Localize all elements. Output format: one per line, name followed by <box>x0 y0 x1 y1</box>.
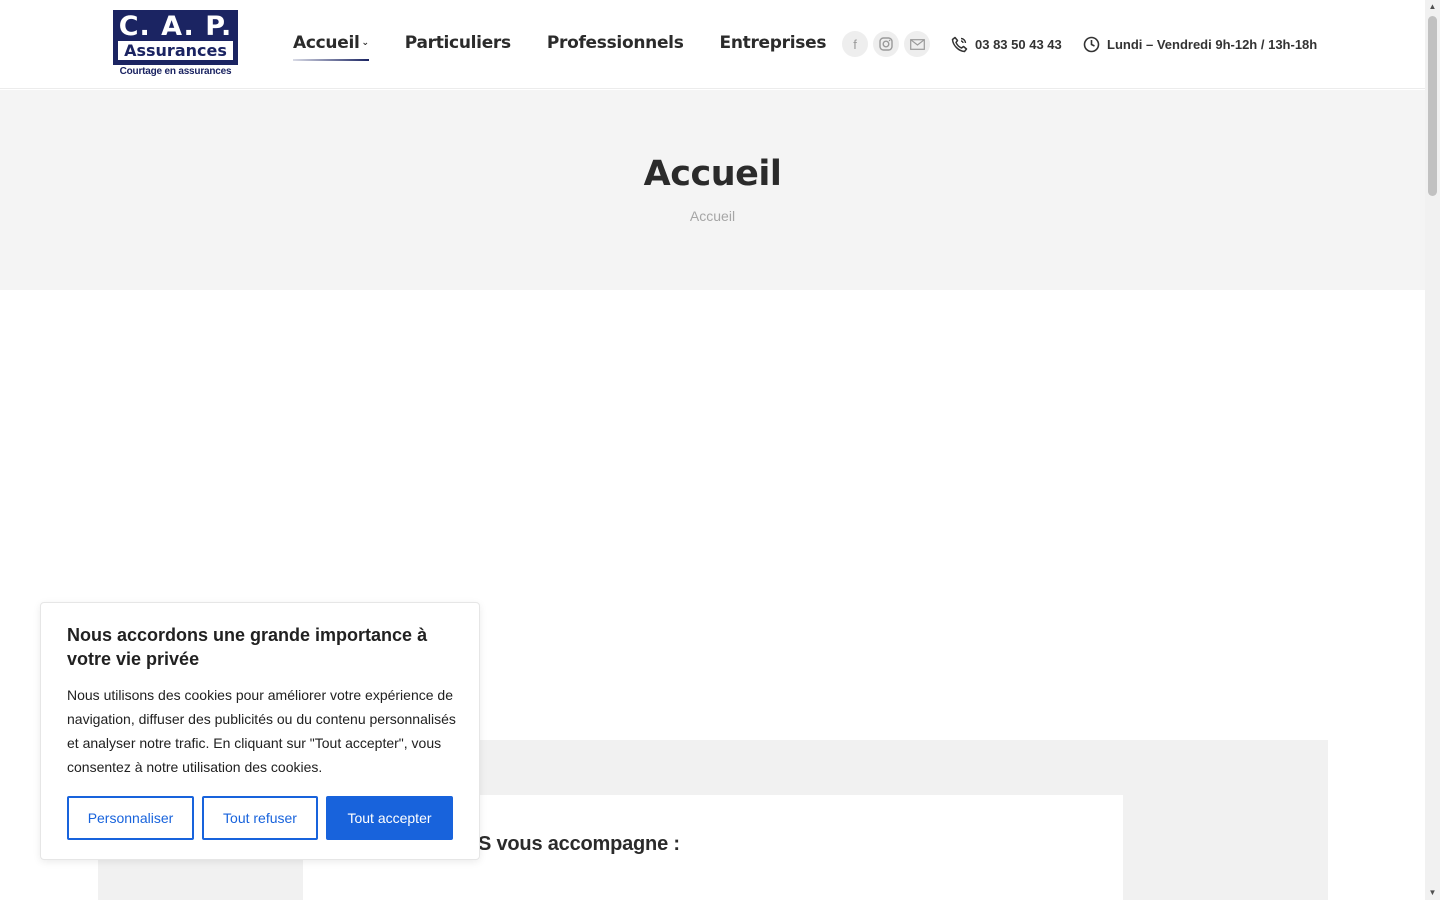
mail-icon[interactable] <box>904 31 930 57</box>
nav-item-accueil[interactable]: Accueil ⌄ <box>293 33 370 61</box>
nav-item-particuliers[interactable]: Particuliers <box>405 33 511 53</box>
social-links: f <box>842 31 930 57</box>
page-title-band: Accueil Accueil <box>0 90 1425 290</box>
chevron-down-icon: ⌄ <box>361 38 370 48</box>
instagram-icon[interactable] <box>873 31 899 57</box>
logo[interactable]: C. A. P. Assurances Courtage en assuranc… <box>113 10 238 79</box>
scrollbar-thumb[interactable] <box>1428 16 1437 196</box>
site-header: C. A. P. Assurances Courtage en assuranc… <box>0 0 1425 89</box>
scrollbar[interactable]: ▲ ▼ <box>1425 0 1440 900</box>
cookie-title: Nous accordons une grande importance à v… <box>67 625 428 669</box>
phone-icon <box>951 36 968 53</box>
nav-item-entreprises[interactable]: Entreprises <box>720 33 827 53</box>
hours-text: Lundi – Vendredi 9h-12h / 13h-18h <box>1107 37 1318 52</box>
accept-all-button[interactable]: Tout accepter <box>326 796 453 840</box>
cookie-banner: Nous accordons une grande importance à v… <box>40 602 480 860</box>
scroll-up-icon[interactable]: ▲ <box>1425 0 1440 14</box>
instagram-glyph <box>879 37 893 51</box>
phone-contact[interactable]: 03 83 50 43 43 <box>951 36 1062 53</box>
customize-button[interactable]: Personnaliser <box>67 796 194 840</box>
main-nav: Accueil ⌄ Particuliers Professionnels Ent… <box>293 33 827 61</box>
mail-glyph <box>909 38 925 50</box>
facebook-glyph: f <box>853 36 857 52</box>
facebook-icon[interactable]: f <box>842 31 868 57</box>
scroll-down-icon[interactable]: ▼ <box>1425 886 1440 900</box>
cookie-description: Nous utilisons des cookies pour améliore… <box>67 687 456 775</box>
logo-mark: C. A. P. Assurances <box>113 10 238 65</box>
logo-tagline: Courtage en assurances <box>119 66 232 77</box>
logo-top-text: C. A. P. <box>118 11 233 42</box>
page-title: Accueil <box>643 154 782 194</box>
logo-band-text: Assurances <box>118 41 233 60</box>
breadcrumb[interactable]: Accueil <box>0 208 1425 224</box>
nav-item-label: Accueil <box>293 33 360 53</box>
opening-hours: Lundi – Vendredi 9h-12h / 13h-18h <box>1083 36 1317 53</box>
clock-icon <box>1083 36 1100 53</box>
section-heading: S vous accompagne : <box>478 833 680 855</box>
refuse-all-button[interactable]: Tout refuser <box>202 796 318 840</box>
phone-number: 03 83 50 43 43 <box>975 37 1062 52</box>
nav-item-professionnels[interactable]: Professionnels <box>547 33 684 53</box>
